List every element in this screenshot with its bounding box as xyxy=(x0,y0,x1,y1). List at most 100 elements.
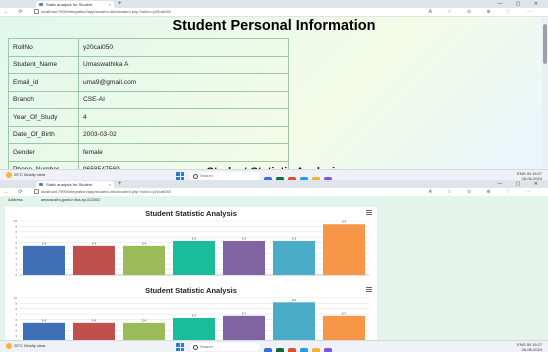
chart-bar xyxy=(323,224,365,275)
lock-icon xyxy=(34,9,39,15)
browser-tab[interactable]: Static analysis for Student × xyxy=(36,1,114,8)
sun-icon xyxy=(6,343,12,349)
y-tick-label: 8 xyxy=(15,307,17,311)
info-value: CSE-AI xyxy=(78,90,289,109)
student-info-table: RollNo y20cai050 Student_Name Umaswathika A… xyxy=(8,38,289,180)
chart-menu-icon[interactable] xyxy=(366,210,372,216)
windows-start-icon[interactable] xyxy=(176,172,184,180)
tab-title: Static analysis for Student xyxy=(46,2,93,7)
sun-icon xyxy=(6,172,12,178)
weather-temp: 25°C xyxy=(14,343,23,349)
nav-buttons[interactable]: ← ⟳ xyxy=(4,188,27,196)
info-value: y20cai050 xyxy=(78,38,289,57)
taskbar-app-icon[interactable] xyxy=(288,348,296,352)
nav-buttons[interactable]: ← ⟳ xyxy=(4,8,27,16)
taskbar-search-placeholder: Search xyxy=(200,173,213,178)
bar-data-label: 6.3 xyxy=(242,236,247,240)
url-text: localhost:7990/integration/app/student-i… xyxy=(41,9,171,14)
browser-tab[interactable]: Static analysis for Student × xyxy=(36,181,114,188)
info-row: Date_Of_Birth 2003-03-02 xyxy=(8,125,289,144)
y-tick-label: 5 xyxy=(15,323,17,327)
system-tray[interactable]: ENG IN 19:27 26-06-2024 xyxy=(517,342,542,352)
new-tab-button[interactable]: + xyxy=(118,180,122,188)
statistics-screenshot: Static analysis for Student × + — ▢ ✕ ← … xyxy=(0,180,548,352)
browser-toolbar-icons[interactable]: A ☆ ⊙ ⊕ ♡ ⋯ xyxy=(429,188,538,196)
bar-data-label: 5.4 xyxy=(92,318,97,322)
windows-start-icon[interactable] xyxy=(176,343,184,351)
bar-data-label: 6.3 xyxy=(292,236,297,240)
new-tab-button[interactable]: + xyxy=(118,0,122,8)
chart-bar xyxy=(173,240,215,275)
info-value: 4 xyxy=(78,108,289,127)
info-label: Year_Of_Study xyxy=(8,108,79,127)
info-label: Email_id xyxy=(8,73,79,92)
chart-menu-icon[interactable] xyxy=(366,287,372,293)
taskbar-app-icon[interactable] xyxy=(276,348,284,352)
bar-data-label: 5.4 xyxy=(42,241,47,245)
page-title: Student Personal Information xyxy=(172,18,376,34)
info-row: Gender female xyxy=(8,143,289,162)
address-row-fragment: Address amaravathi,guntur dist,ap-522002 xyxy=(8,197,101,202)
browser-tab-bar: Static analysis for Student × + — ▢ ✕ xyxy=(0,0,548,15)
info-value: Umaswathika A xyxy=(78,55,289,74)
taskbar-apps xyxy=(264,172,336,180)
window-controls[interactable]: — ▢ ✕ xyxy=(497,0,544,8)
bar-data-label: 6.3 xyxy=(192,313,197,317)
weather-widget[interactable]: 25°C Mostly clear xyxy=(6,172,45,178)
taskbar-app-icon[interactable] xyxy=(300,348,308,352)
taskbar-search[interactable]: Search xyxy=(190,172,260,180)
weather-desc: Mostly clear xyxy=(24,343,46,349)
scrollbar-thumb[interactable] xyxy=(543,24,547,64)
bar-data-label: 6.7 xyxy=(242,311,247,315)
tab-close-icon[interactable]: × xyxy=(109,181,111,188)
chart-bar xyxy=(23,245,65,275)
y-tick-label: 4 xyxy=(15,329,17,333)
bar-data-label: 9.4 xyxy=(342,220,347,224)
bar-data-label: 9.2 xyxy=(292,298,297,302)
url-field[interactable]: localhost:7990/integration/app/student-i… xyxy=(34,189,364,195)
address-bar: ← ⟳ localhost:7990/integration/app/stude… xyxy=(0,188,548,196)
tab-favicon-icon xyxy=(39,3,43,6)
tab-title: Static analysis for Student xyxy=(46,182,93,187)
info-label: Gender xyxy=(8,143,79,162)
address-bar: ← ⟳ localhost:7990/integration/app/stude… xyxy=(0,8,548,17)
info-value: 2003-03-02 xyxy=(78,125,289,144)
tab-close-icon[interactable]: × xyxy=(109,1,111,8)
y-tick-label: 2 xyxy=(15,262,17,266)
url-field[interactable]: localhost:7990/integration/app/student-i… xyxy=(34,9,364,15)
page-scrollbar[interactable] xyxy=(542,18,548,168)
weather-widget[interactable]: 25°C Mostly clear xyxy=(6,343,45,349)
info-row: Branch CSE-AI xyxy=(8,90,289,109)
chart-bar xyxy=(73,245,115,275)
taskbar-search-placeholder: Search xyxy=(200,344,213,349)
window-controls[interactable]: — ▢ ✕ xyxy=(497,180,544,188)
address-row-label: Address xyxy=(8,197,23,202)
y-tick-label: 5 xyxy=(15,246,17,250)
info-value: uma9@gmail.com xyxy=(78,73,289,92)
chart-1-svg: Student Statistic Analysis 01 234 56 789 10 5.… xyxy=(14,209,369,277)
system-tray[interactable]: ENG IN 19:27 26-06-2024 xyxy=(517,171,542,180)
info-label: Student_Name xyxy=(8,55,79,74)
weather-temp: 25°C xyxy=(14,172,23,178)
info-row: Email_id uma9@gmail.com xyxy=(8,73,289,92)
taskbar-app-icon[interactable] xyxy=(264,348,272,352)
taskbar-app-icon[interactable] xyxy=(324,348,332,352)
chart-bar xyxy=(273,240,315,275)
y-tick-label: 1 xyxy=(15,268,17,272)
info-row: Student_Name Umaswathika A xyxy=(8,55,289,74)
y-tick-label: 3 xyxy=(15,334,17,338)
taskbar-search[interactable]: Search xyxy=(190,343,260,351)
bar-data-label: 5.4 xyxy=(92,241,97,245)
y-tick-label: 10 xyxy=(14,219,18,223)
browser-toolbar-icons[interactable]: A ☆ ⊙ ⊕ ♡ ⋯ xyxy=(429,8,538,16)
y-tick-label: 0 xyxy=(15,273,17,277)
info-row: RollNo y20cai050 xyxy=(8,38,289,57)
info-row: Year_Of_Study 4 xyxy=(8,108,289,127)
info-label: Date_Of_Birth xyxy=(8,125,79,144)
bar-data-label: 6.3 xyxy=(192,236,197,240)
chart-bar xyxy=(223,240,265,275)
taskbar-apps xyxy=(264,343,336,352)
taskbar-app-icon[interactable] xyxy=(312,348,320,352)
statistic-chart-1: Student Statistic Analysis 0 1 2 3 4 5 6 7 8 9 10 5.… xyxy=(5,207,377,285)
y-tick-label: 7 xyxy=(15,312,17,316)
